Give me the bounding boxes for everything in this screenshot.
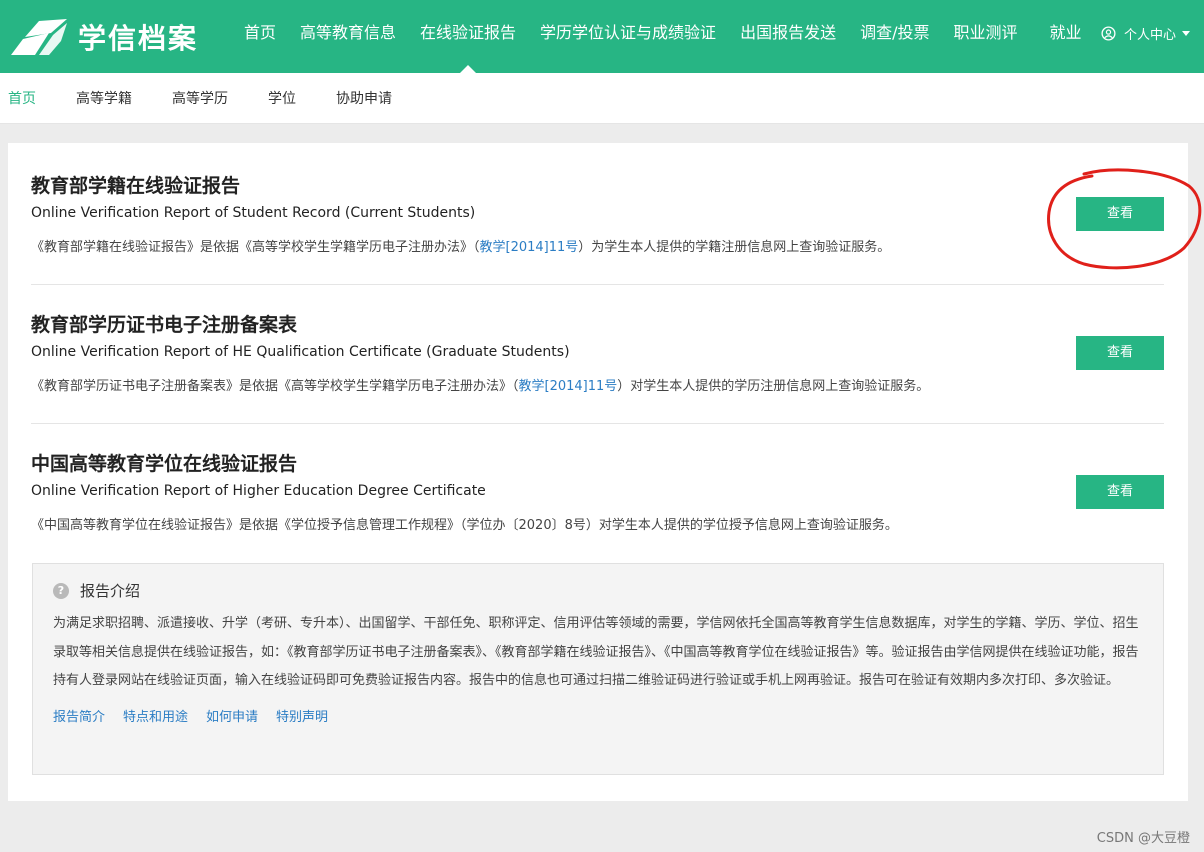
nav-item-home[interactable]: 首页 [232, 0, 288, 73]
nav-item-higher-education-info[interactable]: 高等教育信息 [288, 0, 408, 73]
csdn-watermark: CSDN @大豆橙 [1096, 831, 1190, 846]
report-description-text: 《中国高等教育学位在线验证报告》是依据《学位授予信息管理工作规程》（学位办〔20… [31, 518, 898, 533]
report-student-record: 教育部学籍在线验证报告 Online Verification Report o… [31, 171, 1164, 285]
nav-item-employment[interactable]: 就业 [1038, 0, 1094, 73]
intro-text: 为满足求职招聘、派遣接收、升学（考研、专升本）、出国留学、干部任免、职称评定、信… [53, 616, 1139, 688]
link-special-statement[interactable]: 特别声明 [276, 706, 328, 725]
chevron-down-icon [1182, 30, 1190, 36]
nav-item-career-test[interactable]: 职业测评 [941, 0, 1029, 73]
report-description: 《教育部学籍在线验证报告》是依据《高等学校学生学籍学历电子注册办法》（教学[20… [31, 236, 1164, 255]
subnav-item-assist-apply[interactable]: 协助申请 [336, 88, 392, 108]
top-navbar: 学信档案 首页 高等教育信息 在线验证报告 学历学位认证与成绩验证 出国报告发送… [0, 0, 1204, 73]
report-degree-certificate: 中国高等教育学位在线验证报告 Online Verification Repor… [31, 449, 1164, 543]
main-nav: 首页 高等教育信息 在线验证报告 学历学位认证与成绩验证 出国报告发送 调查/投… [232, 0, 1094, 73]
report-title: 教育部学籍在线验证报告 [31, 175, 241, 197]
view-button[interactable]: 查看 [1076, 475, 1164, 509]
report-title: 中国高等教育学位在线验证报告 [31, 453, 298, 475]
user-center-menu[interactable]: 个人中心 [1101, 0, 1190, 66]
intro-header: ? 报告介绍 [53, 580, 1143, 601]
nav-item-survey-vote[interactable]: 调查/投票 [848, 0, 941, 73]
report-description-text: 《教育部学历证书电子注册备案表》是依据《高等学校学生学籍学历电子注册办法》（ [31, 379, 519, 394]
link-how-to-apply[interactable]: 如何申请 [206, 706, 258, 725]
report-description-text: 《教育部学籍在线验证报告》是依据《高等学校学生学籍学历电子注册办法》（ [31, 240, 480, 255]
intro-links: 报告简介 特点和用途 如何申请 特别声明 [53, 706, 1143, 725]
report-intro-box: ? 报告介绍 为满足求职招聘、派遣接收、升学（考研、专升本）、出国留学、干部任免… [32, 563, 1164, 775]
report-description-text-end: ）为学生本人提供的学籍注册信息网上查询验证服务。 [578, 240, 891, 255]
report-title: 教育部学历证书电子注册备案表 [31, 314, 298, 336]
nav-item-degree-certification[interactable]: 学历学位认证与成绩验证 [528, 0, 728, 73]
link-report-summary[interactable]: 报告简介 [53, 706, 105, 725]
user-circle-icon [1101, 25, 1116, 41]
report-description: 《中国高等教育学位在线验证报告》是依据《学位授予信息管理工作规程》（学位办〔20… [31, 514, 1164, 533]
nav-item-online-verification-report[interactable]: 在线验证报告 [408, 0, 528, 73]
reports-card: 教育部学籍在线验证报告 Online Verification Report o… [8, 143, 1188, 801]
subnav-item-home[interactable]: 首页 [8, 88, 36, 108]
link-features-uses[interactable]: 特点和用途 [123, 706, 188, 725]
report-subtitle: Online Verification Report of Student Re… [31, 205, 476, 221]
report-subtitle: Online Verification Report of Higher Edu… [31, 483, 486, 499]
regulation-link[interactable]: 教学[2014]11号 [480, 240, 579, 255]
subnav-item-qualification[interactable]: 高等学历 [172, 88, 228, 108]
intro-title: 报告介绍 [80, 582, 141, 600]
regulation-link[interactable]: 教学[2014]11号 [519, 379, 618, 394]
site-logo[interactable]: 学信档案 [9, 17, 229, 57]
report-subtitle: Online Verification Report of HE Qualifi… [31, 344, 570, 360]
subnav-item-student-record[interactable]: 高等学籍 [76, 88, 132, 108]
logo-text: 学信档案 [78, 21, 199, 55]
book-logo-icon [11, 18, 67, 55]
report-qualification-certificate: 教育部学历证书电子注册备案表 Online Verification Repor… [31, 310, 1164, 424]
sub-nav: 首页 高等学籍 高等学历 学位 协助申请 [0, 73, 1204, 124]
subnav-item-degree[interactable]: 学位 [268, 88, 296, 108]
nav-item-overseas-report[interactable]: 出国报告发送 [728, 0, 848, 73]
report-description: 《教育部学历证书电子注册备案表》是依据《高等学校学生学籍学历电子注册办法》（教学… [31, 375, 1164, 394]
report-description-text-end: ）对学生本人提供的学历注册信息网上查询验证服务。 [617, 379, 930, 394]
view-button[interactable]: 查看 [1076, 336, 1164, 370]
user-center-label: 个人中心 [1123, 27, 1176, 43]
view-button[interactable]: 查看 [1076, 197, 1164, 231]
question-icon: ? [53, 582, 69, 599]
